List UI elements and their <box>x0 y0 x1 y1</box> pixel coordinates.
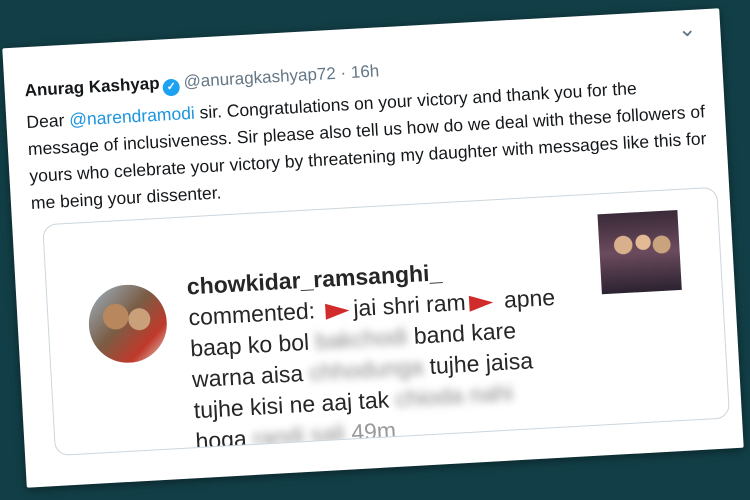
red-flag-icon <box>324 302 350 320</box>
blurred-word: chioda nahi <box>394 379 514 412</box>
comment-tujhe-jaisa: tujhe jaisa <box>428 347 534 380</box>
reply-button: Reply <box>243 439 297 457</box>
tweet-card: ⌄ Anurag Kashyap ✓ @anuragkashyap72 · 16h … <box>2 8 744 488</box>
tweet-text-prefix: Dear <box>25 109 70 133</box>
comment-band-kare: band kare <box>413 317 517 349</box>
avatar <box>86 282 169 365</box>
comment-timestamp: 49m <box>350 417 397 446</box>
comment-text: chowkidar_ramsanghi_ commented: jai shri… <box>186 247 636 456</box>
comment-tujhe-kisi: tujhe kisi ne aaj tak <box>193 386 390 424</box>
comment-jai-shri-ram: jai shri ram <box>352 288 467 322</box>
comment-hoga: hoga <box>194 425 248 455</box>
mention-link[interactable]: @narendramodi <box>69 103 196 130</box>
author-handle[interactable]: @anuragkashyap72 <box>183 64 336 91</box>
heart-icon: ♡ <box>206 442 229 456</box>
verified-badge-icon: ✓ <box>162 78 181 97</box>
author-name[interactable]: Anurag Kashyap <box>24 74 160 101</box>
separator-dot: · <box>339 63 347 83</box>
red-flag-icon <box>469 294 495 312</box>
blurred-word: randi sali <box>252 419 346 451</box>
chevron-down-icon[interactable]: ⌄ <box>677 16 697 43</box>
comment-apne: apne <box>503 283 556 313</box>
blurred-word: chhodunga <box>308 353 424 386</box>
comment-warna-aisa: warna aisa <box>191 360 304 393</box>
quoted-screenshot[interactable]: chowkidar_ramsanghi_ commented: jai shri… <box>42 186 731 457</box>
blurred-word: bakchodi <box>314 323 409 355</box>
commented-label: commented: <box>187 297 316 331</box>
tweet-timestamp[interactable]: 16h <box>350 61 379 82</box>
comment-baap-ko-bol: baap ko bol <box>189 328 310 362</box>
